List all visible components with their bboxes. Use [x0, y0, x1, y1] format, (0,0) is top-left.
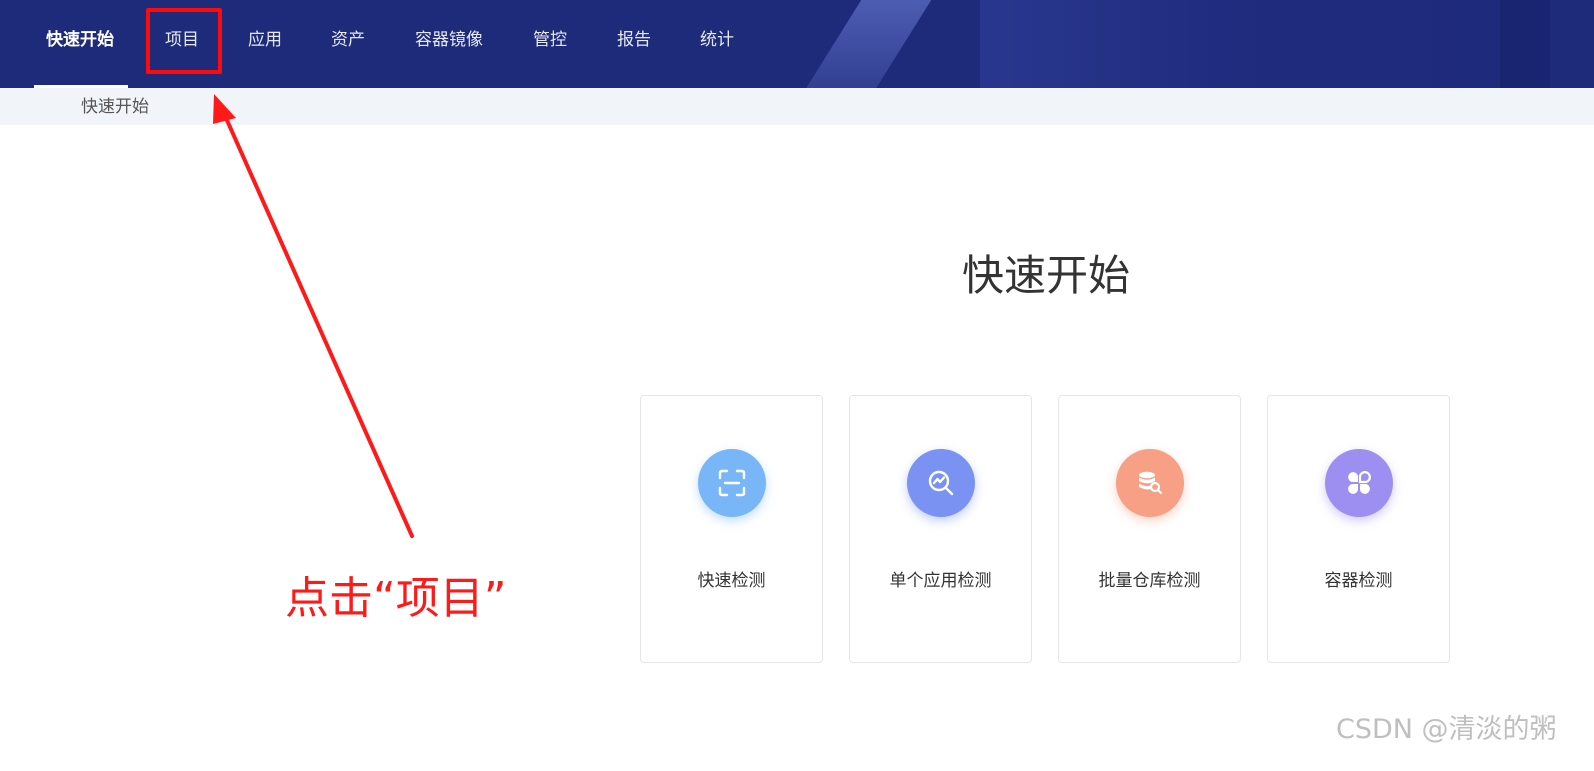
header-decoration-band: [1500, 0, 1550, 88]
watermark: CSDN @清淡的粥: [1336, 714, 1557, 745]
nav-item-applications[interactable]: 应用: [248, 28, 282, 52]
card-label: 批量仓库检测: [1098, 571, 1201, 591]
annotation-text: 点击“项目”: [285, 573, 507, 624]
card-batch-repo-scan[interactable]: 批量仓库检测: [1058, 395, 1241, 663]
database-search-icon: [1116, 449, 1184, 517]
card-label: 快速检测: [697, 571, 766, 591]
annotation-highlight-box: [146, 8, 222, 74]
search-chart-icon: [907, 449, 975, 517]
nav-item-reports[interactable]: 报告: [617, 28, 651, 52]
card-quick-scan[interactable]: 快速检测: [640, 395, 823, 663]
breadcrumb: 快速开始: [81, 97, 149, 117]
nav-item-statistics[interactable]: 统计: [700, 28, 734, 52]
card-single-app-scan[interactable]: 单个应用检测: [849, 395, 1032, 663]
breadcrumb-bar: [0, 88, 1594, 125]
nav-item-assets[interactable]: 资产: [331, 28, 365, 52]
scan-icon: [698, 449, 766, 517]
top-navigation-bar: 快速开始 项目 应用 资产 容器镜像 管控 报告 统计: [0, 0, 1594, 88]
card-label: 单个应用检测: [889, 571, 992, 591]
card-label: 容器检测: [1324, 571, 1393, 591]
page-title: 快速开始: [961, 251, 1130, 300]
card-container-scan[interactable]: 容器检测: [1267, 395, 1450, 663]
nav-item-control[interactable]: 管控: [533, 28, 567, 52]
header-decoration-stripe: [792, 0, 938, 88]
nav-item-quick-start[interactable]: 快速开始: [46, 28, 114, 52]
nav-item-container-images[interactable]: 容器镜像: [415, 28, 483, 52]
clover-icon: [1325, 449, 1393, 517]
